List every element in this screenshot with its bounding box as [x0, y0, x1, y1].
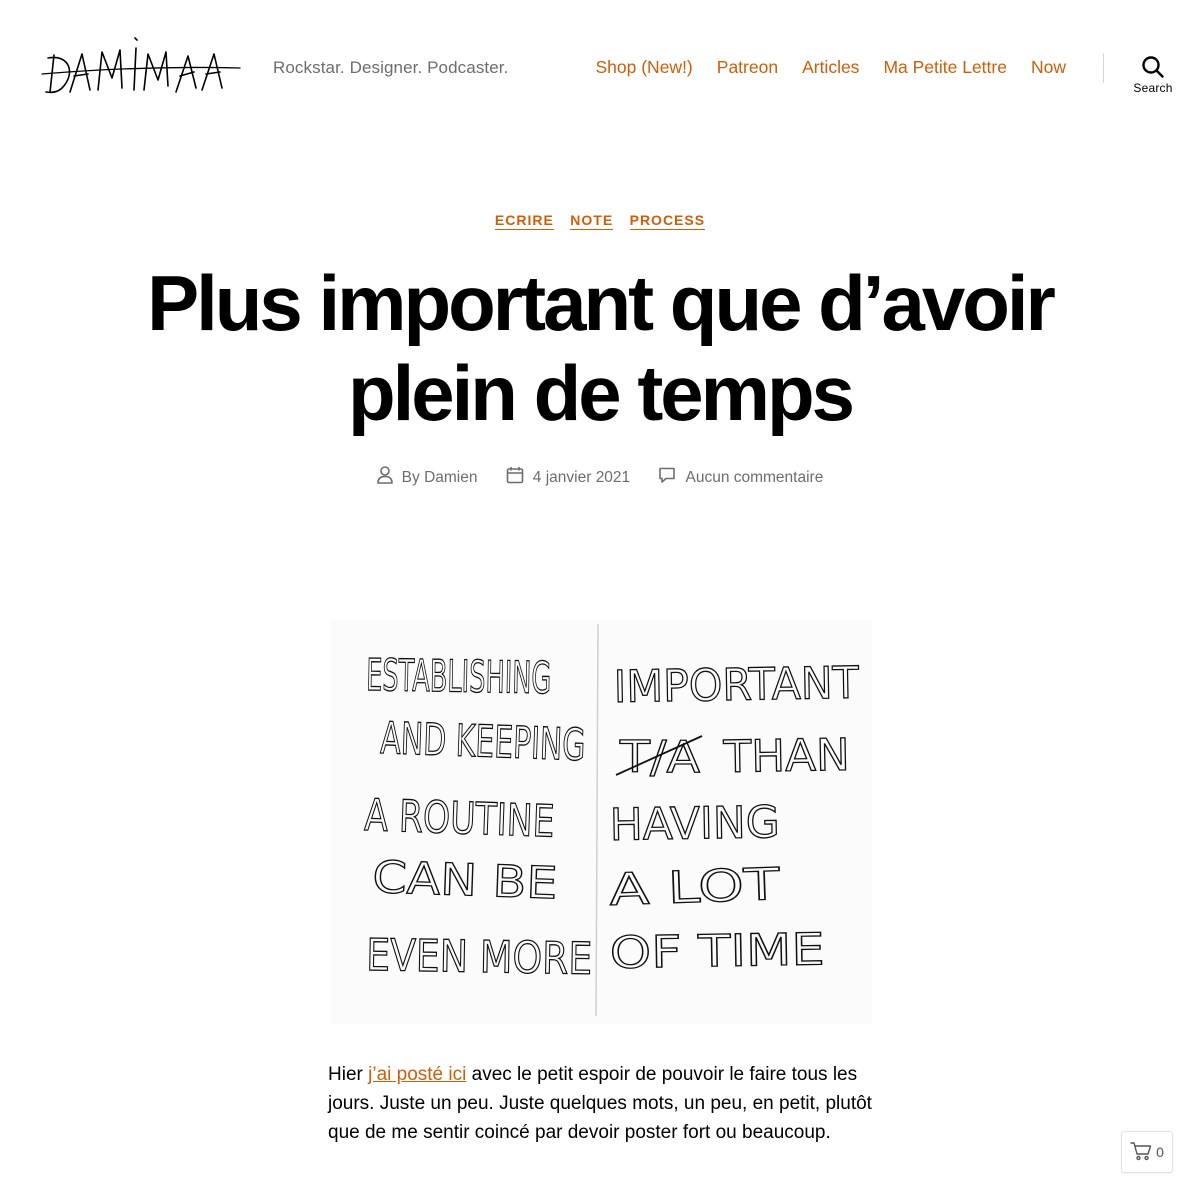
post-date: 4 janvier 2021: [506, 466, 630, 489]
post-comments-link[interactable]: Aucun commentaire: [685, 469, 823, 487]
category-link-ecrire[interactable]: ECRIRE: [494, 212, 554, 230]
drawing-right-line-5: OF TIME: [609, 924, 825, 979]
cart-count: 0: [1156, 1144, 1164, 1160]
category-link-note[interactable]: NOTE: [570, 212, 614, 230]
nav-item-patreon[interactable]: Patreon: [717, 57, 778, 78]
nav-item-ma-petite-lettre[interactable]: Ma Petite Lettre: [883, 57, 1007, 78]
drawing-left-line-1: ESTABLISHING: [366, 650, 552, 704]
site-logo[interactable]: [40, 30, 245, 105]
drawing-struck-text: T/A: [619, 732, 700, 783]
post-categories: ECRIRE NOTE PROCESS: [0, 212, 1200, 230]
person-icon: [376, 466, 402, 489]
post-title: Plus important que d’avoir plein de temp…: [147, 259, 1056, 437]
post-paragraph: Hier j’ai posté ici avec le petit espoir…: [328, 1060, 873, 1147]
cart-button[interactable]: 0: [1121, 1131, 1173, 1173]
site-header: Rockstar. Designer. Podcaster. Shop (New…: [0, 0, 1200, 130]
search-label: Search: [1133, 81, 1173, 95]
paragraph-text-start: Hier: [328, 1064, 369, 1085]
nav-item-shop[interactable]: Shop (New!): [596, 57, 693, 78]
drawing-right-line-3: HAVING: [609, 797, 780, 851]
post-comments: Aucun commentaire: [658, 466, 823, 489]
drawing-left-line-2: AND KEEPING: [380, 713, 587, 771]
drawing-right-line-2: THAN: [722, 730, 850, 783]
post-author: By Damien: [376, 466, 478, 489]
post-content: Hier j’ai posté ici avec le petit espoir…: [328, 1060, 873, 1147]
featured-image: ESTABLISHING AND KEEPING A ROUTINE CAN B…: [330, 620, 872, 1024]
drawing-left-line-3: A ROUTINE: [364, 790, 556, 848]
comment-icon: [658, 466, 685, 489]
nav-item-articles[interactable]: Articles: [802, 57, 859, 78]
cart-icon: [1130, 1141, 1156, 1164]
nav-item-now[interactable]: Now: [1031, 57, 1066, 78]
drawing-left-line-4: CAN BE: [372, 852, 559, 909]
drawing-left-line-5: EVEN MORE: [366, 930, 593, 985]
site-tagline: Rockstar. Designer. Podcaster.: [273, 58, 509, 77]
drawing-right-line-4: A LOT: [609, 859, 781, 916]
search-icon: [1125, 55, 1181, 79]
post-meta: By Damien 4 janvier 2021 Aucun commentai…: [0, 466, 1200, 489]
category-link-process[interactable]: PROCESS: [629, 212, 706, 230]
post-date-link[interactable]: 4 janvier 2021: [533, 469, 630, 487]
nav-divider: [1103, 53, 1104, 83]
primary-nav: Shop (New!) Patreon Articles Ma Petite L…: [572, 57, 1067, 78]
drawing-right-line-1: IMPORTANT: [613, 658, 859, 713]
calendar-icon: [506, 466, 533, 489]
inline-link-jai-poste-ici[interactable]: j’ai posté ici: [368, 1064, 466, 1085]
post-author-link[interactable]: By Damien: [402, 469, 478, 487]
search-toggle-button[interactable]: Search: [1125, 55, 1181, 105]
